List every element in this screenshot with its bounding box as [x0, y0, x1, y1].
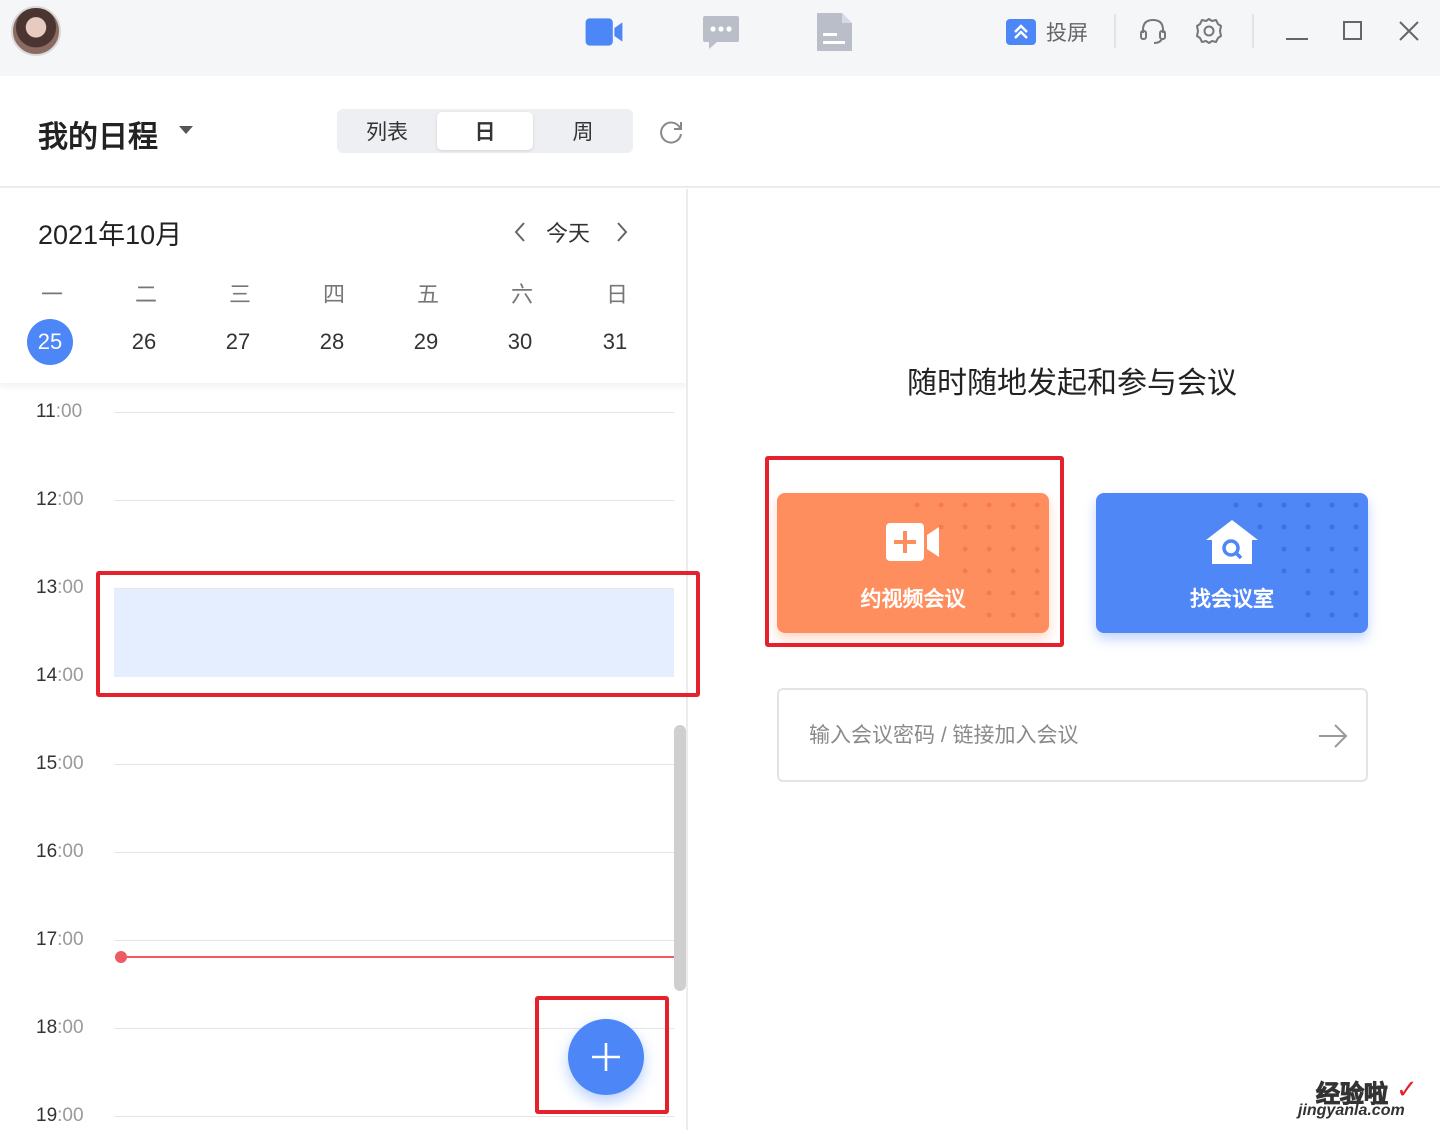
weekday-label: 六 [510, 282, 533, 307]
refresh-icon[interactable] [656, 117, 686, 147]
hour-line [114, 764, 674, 765]
date-cell-selected[interactable]: 25 [27, 319, 73, 365]
divider [1252, 14, 1254, 48]
hour-line [114, 500, 674, 501]
tab-day[interactable]: 日 [437, 112, 533, 150]
avatar[interactable] [11, 6, 61, 56]
add-schedule-button[interactable] [568, 1019, 644, 1095]
hour-label: 18:00 [36, 1017, 84, 1038]
cast-icon [1006, 19, 1036, 45]
current-time-line [120, 956, 674, 958]
chat-icon[interactable] [701, 12, 741, 52]
find-room-label: 找会议室 [1190, 588, 1274, 611]
close-icon[interactable] [1392, 14, 1426, 48]
hour-label: 17:00 [36, 929, 84, 950]
join-meeting-input[interactable] [809, 718, 1289, 754]
hour-label: 12:00 [36, 489, 84, 510]
month-label: 2021年10月 [38, 220, 183, 250]
cast-label: 投屏 [1046, 22, 1088, 45]
schedule-header: 我的日程 列表 日 周 [0, 76, 1440, 188]
headset-icon[interactable] [1136, 14, 1170, 48]
current-time-dot [115, 951, 127, 963]
hour-line [114, 940, 674, 941]
video-icon[interactable] [584, 12, 624, 52]
tab-list[interactable]: 列表 [339, 112, 435, 150]
arrow-right-icon[interactable] [1317, 722, 1349, 750]
hour-label: 13:00 [36, 577, 84, 598]
hour-line [114, 412, 674, 413]
weekday-label: 五 [416, 282, 439, 307]
document-icon[interactable] [814, 12, 854, 52]
hour-line [114, 1116, 674, 1117]
weekday-label: 二 [134, 282, 157, 307]
calendar-header: 2021年10月 今天 一 二 三 四 五 六 日 25 26 27 28 29… [0, 189, 686, 383]
join-meeting-field [777, 688, 1368, 782]
hour-label: 14:00 [36, 665, 84, 686]
date-cell[interactable]: 28 [309, 319, 355, 365]
page-title[interactable]: 我的日程 [38, 112, 158, 156]
caret-down-icon[interactable] [179, 126, 193, 134]
video-add-icon [883, 519, 943, 565]
weekday-label: 日 [605, 282, 628, 307]
tab-week[interactable]: 周 [535, 112, 631, 150]
divider [1114, 14, 1116, 48]
date-cell[interactable]: 30 [497, 319, 543, 365]
minimize-icon[interactable] [1280, 14, 1314, 48]
chevron-right-icon[interactable] [614, 219, 630, 245]
schedule-button-label: 约视频会议 [860, 588, 966, 611]
cast-button[interactable]: 投屏 [1006, 18, 1088, 46]
watermark: 经验啦 ✓ jingyanla.com [1296, 1074, 1428, 1126]
chevron-left-icon[interactable] [512, 219, 528, 245]
add-icon [592, 1043, 620, 1071]
slogan: 随时随地发起和参与会议 [907, 367, 1237, 400]
hour-label: 15:00 [36, 753, 84, 774]
date-cell[interactable]: 31 [592, 319, 638, 365]
hour-label: 11:00 [36, 401, 83, 422]
weekday-label: 四 [322, 282, 345, 307]
scrollbar[interactable] [674, 725, 686, 991]
view-switcher: 列表 日 周 [337, 109, 633, 153]
title-bar: 投屏 [0, 0, 1440, 76]
find-room-button[interactable]: 找会议室 [1096, 493, 1368, 633]
weekday-label: 三 [228, 282, 251, 307]
check-icon: ✓ [1396, 1074, 1418, 1104]
maximize-icon[interactable] [1336, 14, 1370, 48]
calendar-panel: 2021年10月 今天 一 二 三 四 五 六 日 25 26 27 28 29… [0, 189, 688, 1130]
date-cell[interactable]: 26 [121, 319, 167, 365]
house-search-icon [1202, 519, 1262, 565]
schedule-video-meeting-button[interactable]: 约视频会议 [777, 493, 1049, 633]
hour-line [114, 852, 674, 853]
gear-icon[interactable] [1192, 14, 1226, 48]
watermark-url: jingyanla.com [1298, 1102, 1405, 1119]
date-cell[interactable]: 27 [215, 319, 261, 365]
hour-label: 16:00 [36, 841, 84, 862]
date-cell[interactable]: 29 [403, 319, 449, 365]
today-button[interactable]: 今天 [546, 216, 590, 248]
selected-time-slot[interactable] [114, 589, 674, 677]
hour-label: 19:00 [36, 1105, 84, 1126]
weekday-label: 一 [40, 282, 63, 307]
